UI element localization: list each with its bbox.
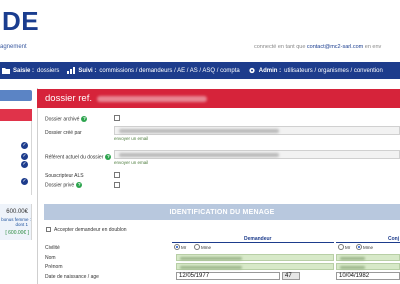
column-demandeur-underline (172, 242, 334, 243)
redacted-text (180, 256, 243, 260)
nom-demandeur-input[interactable] (176, 254, 334, 261)
amount-main: 600.00€ (6, 209, 28, 215)
redacted-text (119, 129, 279, 133)
main-navbar: Saisie : dossiers Suivi : commissions / … (0, 62, 400, 79)
check-icon: ✓ (21, 161, 28, 168)
sidebar-amounts: 600.00€ bonus femme : dont 1 [ 600.00€ ] (0, 204, 32, 240)
check-icon: ✓ (21, 153, 28, 160)
archived-checkbox[interactable] (114, 115, 120, 121)
nav-admin-label: Admin : (258, 67, 282, 74)
section-identification-header: IDENTIFICATION DU MENAGE (44, 204, 400, 220)
redacted-text (180, 265, 243, 269)
nav-saisie-links[interactable]: dossiers (37, 68, 59, 74)
redacted-text (119, 153, 279, 157)
private-label-text: Dossier privé (45, 182, 75, 189)
connected-email[interactable]: contact@mc2-sarl.com (307, 44, 363, 50)
als-checkbox[interactable] (114, 172, 120, 178)
chart-icon (67, 67, 76, 74)
referent-field (114, 150, 400, 159)
connected-prefix: connecté en tant que (254, 44, 307, 50)
sidebar-active-header[interactable] (0, 109, 32, 121)
nav-suivi-links[interactable]: commissions / demandeurs / AE / AS / ASQ… (99, 68, 239, 74)
civility-demandeur-mr-label: Mr (181, 245, 187, 250)
redacted-text (340, 265, 365, 269)
birth-conjoint-input[interactable]: 10/04/1982 (336, 272, 400, 280)
app-tagline: agnement (0, 44, 27, 50)
private-label: Dossier privé? (45, 182, 83, 189)
dossier-header: dossier ref. (37, 89, 400, 108)
nav-suivi[interactable]: Suivi : commissions / demandeurs / AE / … (67, 67, 240, 74)
help-icon[interactable]: ? (76, 182, 83, 188)
civility-label: Civilité (45, 245, 60, 251)
accept-duplicate-checkbox[interactable] (46, 227, 51, 232)
nav-suivi-label: Suivi : (78, 67, 97, 74)
accept-duplicate-label: Accepter demandeur en doublon (54, 227, 127, 233)
amount-total: [ 600.00€ ] (5, 230, 29, 236)
nav-saisie[interactable]: Saisie : dossiers (2, 67, 59, 74)
archived-label: Dossier archivé? (45, 116, 88, 123)
civility-conjoint-mme-radio[interactable] (356, 244, 362, 250)
help-icon[interactable]: ? (105, 154, 112, 160)
nav-admin-links[interactable]: utilisateurs / organismes / convention (284, 68, 383, 74)
send-email-link-creator[interactable]: envoyer un email (114, 136, 148, 141)
send-email-link-referent[interactable]: envoyer un email (114, 160, 148, 165)
birth-label: Date de naissance / age (45, 274, 99, 280)
connected-user-info: connecté en tant que contact@mc2-sarl.co… (254, 44, 381, 50)
check-icon: ✓ (21, 178, 28, 185)
civility-demandeur-mme-label: Mme (201, 245, 211, 250)
civility-demandeur-mme-radio[interactable] (194, 244, 200, 250)
private-checkbox[interactable] (114, 182, 120, 188)
sidebar-checklist: ✓ ✓ ✓ ✓ (0, 121, 32, 195)
age-demandeur-field: 47 (282, 272, 300, 280)
dossier-title: dossier ref. (45, 93, 92, 104)
birth-demandeur-input[interactable]: 12/05/1977 (176, 272, 280, 280)
prenom-conjoint-input[interactable] (336, 263, 400, 270)
folder-icon (2, 68, 10, 74)
civility-conjoint-mr-label: Mr (345, 245, 351, 250)
amount-detail: dont 1 (15, 222, 28, 227)
connected-suffix: en env (363, 44, 382, 50)
redacted-text (340, 256, 365, 260)
check-icon: ✓ (21, 142, 28, 149)
app-logo[interactable]: DE (2, 6, 39, 36)
nom-conjoint-input[interactable] (336, 254, 400, 261)
nav-saisie-label: Saisie : (13, 67, 35, 74)
section-title: IDENTIFICATION DU MENAGE (169, 208, 275, 216)
created-by-label: Dossier créé par (45, 130, 82, 136)
sidebar-tab[interactable] (0, 90, 32, 101)
als-label: Souscripteur ALS (45, 173, 84, 179)
prenom-label: Prénom (45, 264, 63, 270)
help-icon[interactable]: ? (81, 116, 88, 122)
created-by-field (114, 126, 400, 135)
gear-icon (249, 67, 255, 74)
nav-admin[interactable]: Admin : utilisateurs / organismes / conv… (248, 67, 383, 74)
archived-label-text: Dossier archivé (45, 116, 80, 123)
dossier-ref-redacted (97, 95, 207, 102)
column-conjoint-underline (336, 242, 400, 243)
nom-label: Nom (45, 255, 56, 261)
referent-label: Référent actuel du dossier? (45, 154, 112, 161)
civility-demandeur-mr-radio[interactable] (174, 244, 180, 250)
referent-label-text: Référent actuel du dossier (45, 154, 104, 161)
civility-conjoint-mme-label: Mme (363, 245, 373, 250)
prenom-demandeur-input[interactable] (176, 263, 334, 270)
civility-conjoint-mr-radio[interactable] (338, 244, 344, 250)
